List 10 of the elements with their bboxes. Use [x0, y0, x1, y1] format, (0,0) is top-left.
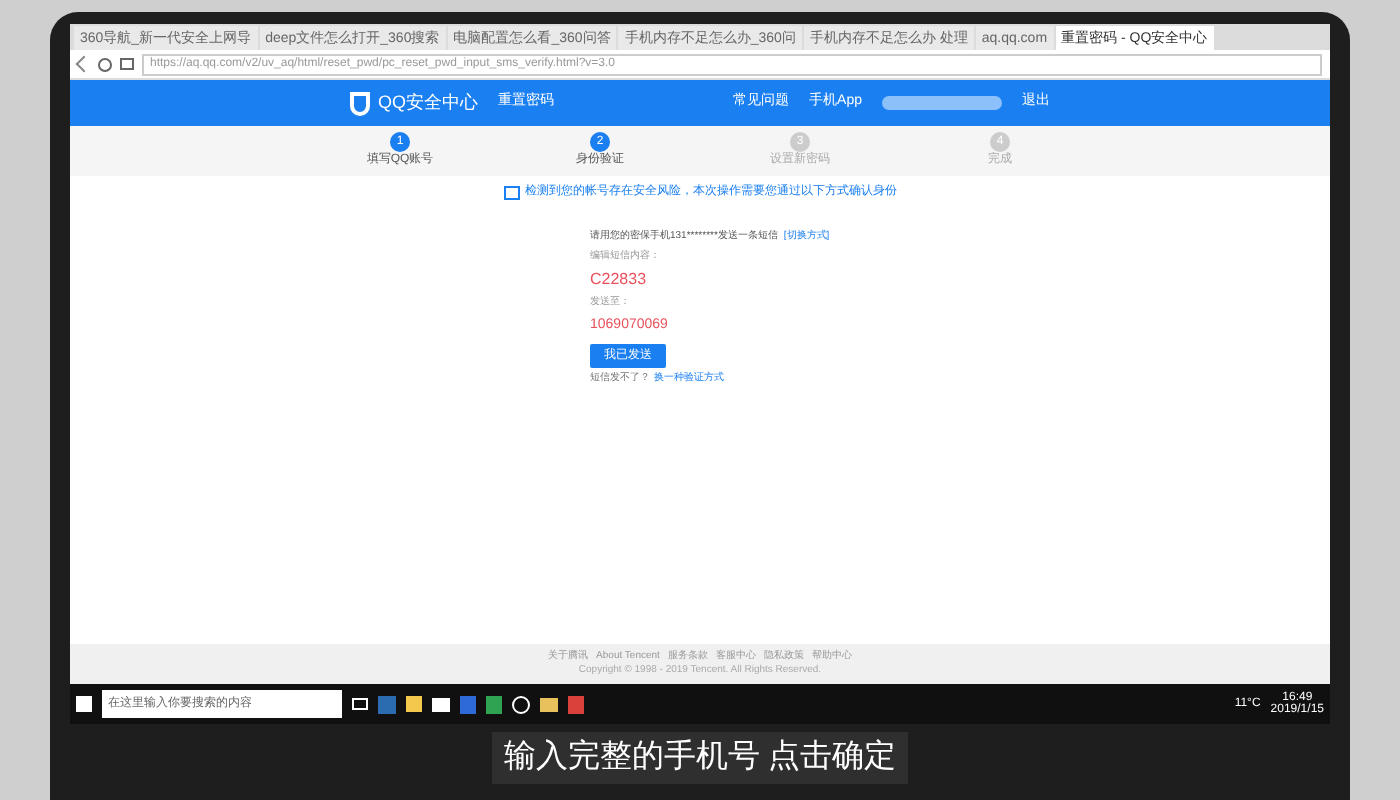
refresh-icon	[98, 57, 112, 71]
subtitle: 输入完整的手机号 点击确定	[491, 732, 909, 784]
shield-icon	[350, 91, 370, 115]
notice-icon	[503, 186, 519, 200]
app-icon	[378, 695, 396, 713]
task-view-icon	[352, 698, 368, 710]
sms-content: C22833	[590, 268, 647, 292]
blurred-account	[882, 96, 1002, 110]
logo-text: QQ安全中心	[378, 89, 479, 116]
app-icon	[568, 695, 584, 713]
